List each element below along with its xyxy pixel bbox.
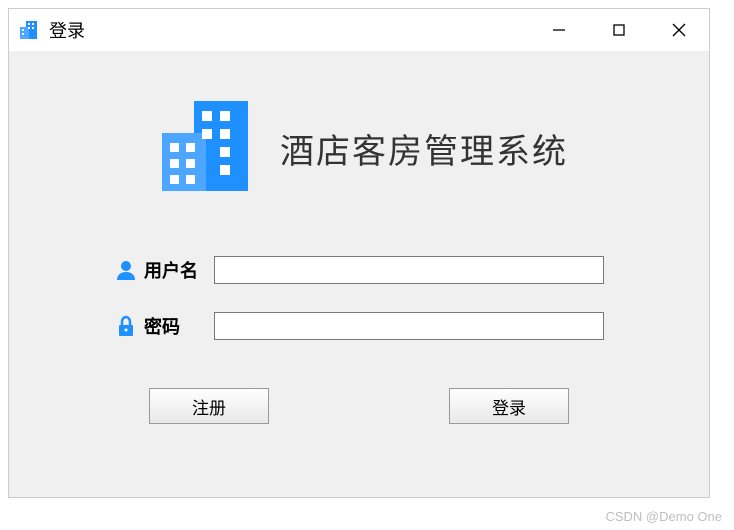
login-button[interactable]: 登录 (449, 388, 569, 424)
watermark: CSDN @Demo One (605, 509, 722, 524)
password-label: 密码 (144, 313, 214, 339)
password-row: 密码 (114, 312, 604, 340)
window-title: 登录 (49, 17, 85, 43)
lock-icon (114, 314, 138, 338)
app-title: 酒店客房管理系统 (280, 124, 568, 173)
password-input[interactable] (214, 312, 604, 340)
app-icon (17, 18, 41, 42)
close-button[interactable] (649, 9, 709, 51)
window-controls (529, 9, 709, 51)
username-row: 用户名 (114, 256, 604, 284)
minimize-button[interactable] (529, 9, 589, 51)
user-icon (114, 258, 138, 282)
button-row: 注册 登录 (149, 388, 569, 424)
login-window: 登录 (8, 8, 710, 498)
maximize-button[interactable] (589, 9, 649, 51)
username-label: 用户名 (144, 257, 214, 283)
titlebar: 登录 (9, 9, 709, 51)
building-icon (150, 91, 260, 206)
logo-section: 酒店客房管理系统 (150, 91, 568, 206)
content-area: 酒店客房管理系统 用户名 密码 (9, 51, 709, 497)
username-input[interactable] (214, 256, 604, 284)
register-button[interactable]: 注册 (149, 388, 269, 424)
